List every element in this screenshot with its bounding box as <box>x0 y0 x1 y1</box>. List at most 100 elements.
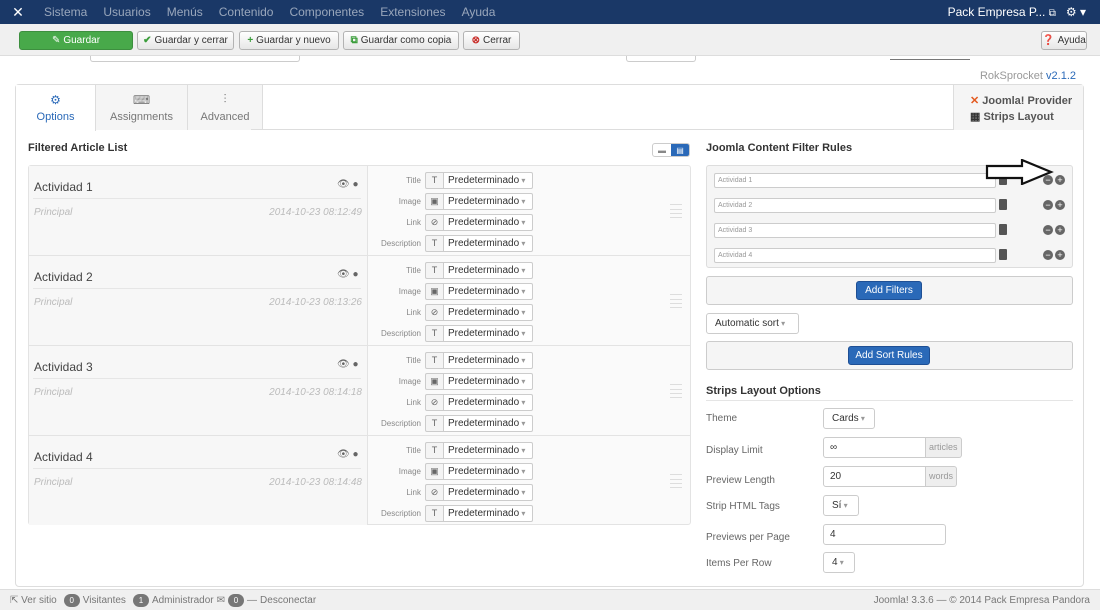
divider <box>706 400 1073 401</box>
preview-length-label: Preview Length <box>706 475 775 486</box>
add-filters-button[interactable]: Add Filters <box>856 281 922 300</box>
words-addon: words <box>926 466 958 487</box>
envelope-icon[interactable]: ✉ <box>217 595 225 606</box>
menu-contenido[interactable]: Contenido <box>211 0 282 24</box>
preview-length-input[interactable]: 20 <box>823 466 926 487</box>
add-sort-button[interactable]: Add Sort Rules <box>848 346 930 365</box>
remove-rule-icon[interactable]: − <box>1043 225 1053 235</box>
preview-info-icons[interactable]: 👁 ● <box>337 269 359 280</box>
field-title-row: Title T Predeterminado <box>369 261 533 279</box>
divider <box>33 468 361 469</box>
provider-info[interactable]: Joomla! Provider Strips Layout <box>953 85 1083 130</box>
description-select[interactable]: Predeterminado <box>444 234 533 252</box>
previews-per-page-input[interactable]: 4 <box>823 524 946 545</box>
document-icon[interactable] <box>999 224 1007 235</box>
filter-rule-input[interactable]: Actividad 2 <box>714 198 996 213</box>
image-icon: ▣ <box>425 462 444 480</box>
title-select[interactable]: Predeterminado <box>444 351 533 369</box>
list-item[interactable]: Actividad 2 👁 ● Principal 2014-10-23 08:… <box>29 256 690 346</box>
compact-view-icon[interactable]: ▬ <box>653 144 671 156</box>
menu-ayuda[interactable]: Ayuda <box>454 0 504 24</box>
field-link-row: Link ⊘ Predeterminado <box>369 393 533 411</box>
document-icon[interactable] <box>999 199 1007 210</box>
link-select[interactable]: Predeterminado <box>444 393 533 411</box>
list-view-icon[interactable]: ▤ <box>671 144 689 156</box>
field-title-row: Title T Predeterminado <box>369 441 533 459</box>
theme-select[interactable]: Cards <box>823 408 875 429</box>
filter-rule-input[interactable]: Actividad 3 <box>714 223 996 238</box>
article-info: Actividad 4 👁 ● Principal 2014-10-23 08:… <box>29 436 368 525</box>
preview-info-icons[interactable]: 👁 ● <box>337 179 359 190</box>
toolbar: ✎ Guardar ✔ Guardar y cerrar + Guardar y nu… <box>0 24 1100 56</box>
view-site-link[interactable]: ⇱ Ver sitio <box>10 595 57 606</box>
article-category: Principal <box>34 387 73 398</box>
save-close-button[interactable]: ✔ Guardar y cerrar <box>137 31 234 50</box>
link-icon: ⊘ <box>425 483 444 501</box>
help-button[interactable]: ❓ Ayuda <box>1041 31 1087 50</box>
drag-handle[interactable] <box>670 294 682 308</box>
image-select[interactable]: Predeterminado <box>444 462 533 480</box>
cancel-icon: ⊗ <box>471 35 481 46</box>
add-rule-icon[interactable]: + <box>1055 225 1065 235</box>
joomla-logo-icon[interactable]: ✕ <box>0 0 36 24</box>
strip-html-select[interactable]: Sí <box>823 495 859 516</box>
image-select[interactable]: Predeterminado <box>444 372 533 390</box>
filter-rule-input[interactable]: Actividad 1 <box>714 173 996 188</box>
status-footer: ⇱ Ver sitio 0 Visitantes 1 Administrador… <box>0 589 1100 610</box>
image-select[interactable]: Predeterminado <box>444 192 533 210</box>
list-item[interactable]: Actividad 3 👁 ● Principal 2014-10-23 08:… <box>29 346 690 436</box>
tab-assignments[interactable]: ⌨ Assignments <box>96 85 188 130</box>
description-select[interactable]: Predeterminado <box>444 414 533 432</box>
site-link[interactable]: Pack Empresa P... ⧉ <box>948 5 1056 19</box>
filter-rule-input[interactable]: Actividad 4 <box>714 248 996 263</box>
menu-sistema[interactable]: Sistema <box>36 0 95 24</box>
close-button[interactable]: ⊗ Cerrar <box>463 31 520 50</box>
save-button[interactable]: ✎ Guardar <box>19 31 133 50</box>
gear-icon[interactable]: ⚙ ▾ <box>1066 5 1086 19</box>
remove-rule-icon[interactable]: − <box>1043 200 1053 210</box>
title-select[interactable]: Predeterminado <box>444 441 533 459</box>
preview-info-icons[interactable]: 👁 ● <box>337 359 359 370</box>
description-select[interactable]: Predeterminado <box>444 504 533 522</box>
save-new-button[interactable]: + Guardar y nuevo <box>239 31 339 50</box>
view-toggle[interactable]: ▬ ▤ <box>652 143 690 157</box>
menu-componentes[interactable]: Componentes <box>281 0 372 24</box>
image-select[interactable]: Predeterminado <box>444 282 533 300</box>
add-rule-icon[interactable]: + <box>1055 175 1065 185</box>
list-item[interactable]: Actividad 4 👁 ● Principal 2014-10-23 08:… <box>29 436 690 526</box>
link-icon: ⊘ <box>425 393 444 411</box>
remove-rule-icon[interactable]: − <box>1043 250 1053 260</box>
list-item[interactable]: Actividad 1 👁 ● Principal 2014-10-23 08:… <box>29 166 690 256</box>
link-select[interactable]: Predeterminado <box>444 213 533 231</box>
logout-link[interactable]: Desconectar <box>260 595 316 606</box>
visitors-label: Visitantes <box>82 594 126 606</box>
admin-label: Administrador <box>151 594 214 606</box>
title-select[interactable]: Predeterminado <box>444 261 533 279</box>
title-select[interactable]: Predeterminado <box>444 171 533 189</box>
menu-extensiones[interactable]: Extensiones <box>372 0 453 24</box>
sort-select[interactable]: Automatic sort <box>706 313 799 334</box>
field-image-row: Image ▣ Predeterminado <box>369 372 533 390</box>
items-per-row-select[interactable]: 4 <box>823 552 855 573</box>
preview-info-icons[interactable]: 👁 ● <box>337 449 359 460</box>
display-limit-input[interactable]: ∞ <box>823 437 926 458</box>
drag-handle[interactable] <box>670 204 682 218</box>
menu-usuarios[interactable]: Usuarios <box>95 0 158 24</box>
drag-handle[interactable] <box>670 384 682 398</box>
add-filters-box: Add Filters <box>706 276 1073 305</box>
check-icon: ✔ <box>143 35 152 46</box>
tab-options[interactable]: ⚙ Options <box>16 85 96 131</box>
drag-handle[interactable] <box>670 474 682 488</box>
add-sort-box: Add Sort Rules <box>706 341 1073 370</box>
article-title: Actividad 3 <box>34 360 93 374</box>
document-icon[interactable] <box>999 249 1007 260</box>
add-rule-icon[interactable]: + <box>1055 250 1065 260</box>
link-select[interactable]: Predeterminado <box>444 483 533 501</box>
visitors-badge: 0 <box>63 593 80 607</box>
save-copy-button[interactable]: ⧉ Guardar como copia <box>343 31 459 50</box>
link-select[interactable]: Predeterminado <box>444 303 533 321</box>
description-select[interactable]: Predeterminado <box>444 324 533 342</box>
menu-menus[interactable]: Menús <box>159 0 211 24</box>
add-rule-icon[interactable]: + <box>1055 200 1065 210</box>
tab-advanced[interactable]: ⫶ Advanced <box>188 85 263 130</box>
